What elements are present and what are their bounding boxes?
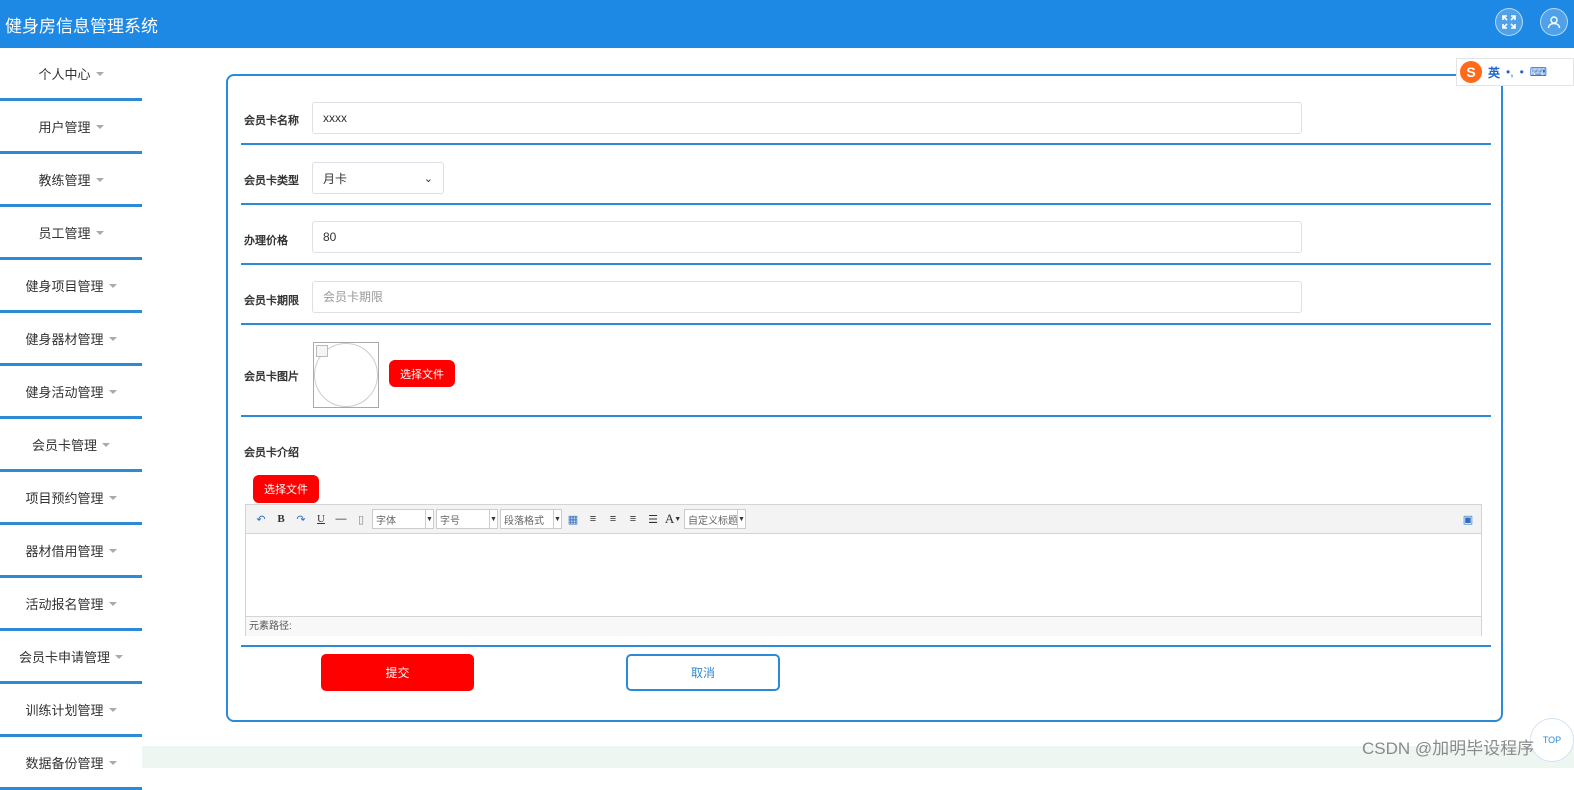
price-input[interactable] — [312, 221, 1302, 253]
undo-icon[interactable]: ↶ — [252, 510, 270, 528]
caret-down-icon — [108, 549, 117, 553]
sidebar-item-card-applications[interactable]: 会员卡申请管理 — [0, 631, 142, 684]
user-icon — [1547, 16, 1561, 29]
caret-down-icon — [108, 496, 117, 500]
sidebar-item-staff[interactable]: 员工管理 — [0, 207, 142, 260]
caret-down-icon — [115, 655, 123, 659]
sidebar-item-activity-signups[interactable]: 活动报名管理 — [0, 578, 142, 631]
divider — [241, 203, 1491, 205]
price-label: 办理价格 — [244, 235, 288, 247]
font-size-dropdown[interactable]: 字号 ▼ — [436, 509, 498, 529]
caret-down-icon — [95, 178, 104, 182]
expand-icon — [1502, 15, 1516, 29]
divider — [241, 143, 1491, 145]
font-family-dropdown[interactable]: 字体 ▼ — [372, 509, 434, 529]
align-left-icon[interactable]: ≡ — [584, 510, 602, 528]
app-title: 健身房信息管理系统 — [5, 17, 158, 36]
membership-card-form: 会员卡名称 会员卡类型 月卡 ⌄ 办理价格 会员卡期限 会员卡图片 选择文件 会… — [226, 74, 1503, 722]
font-color-icon[interactable]: A ▼ — [664, 510, 682, 528]
choose-intro-file-button[interactable]: 选择文件 — [253, 475, 319, 503]
period-input[interactable] — [312, 281, 1302, 313]
sidebar-item-project-bookings[interactable]: 项目预约管理 — [0, 472, 142, 525]
sidebar-item-equipment-loans[interactable]: 器材借用管理 — [0, 525, 142, 578]
align-justify-icon[interactable]: ☰ — [644, 510, 662, 528]
editor-toolbar: ↶ B ↷ U — ▯ 字体 ▼ 字号 ▼ 段落格式 ▼ ▦ ≡ ≡ ≡ ☰ A ▼ 自… — [246, 505, 1481, 534]
underline-icon[interactable]: U — [312, 510, 330, 528]
align-center-icon[interactable]: ≡ — [624, 510, 642, 528]
submit-button[interactable]: 提交 — [321, 654, 474, 691]
rich-text-editor: ↶ B ↷ U — ▯ 字体 ▼ 字号 ▼ 段落格式 ▼ ▦ ≡ ≡ ≡ ☰ A ▼ 自… — [245, 504, 1482, 636]
divider — [241, 323, 1491, 325]
cancel-button[interactable]: 取消 — [626, 654, 780, 691]
sidebar-item-users[interactable]: 用户管理 — [0, 101, 142, 154]
ime-punct[interactable]: •, — [1506, 65, 1514, 79]
choose-image-file-button[interactable]: 选择文件 — [389, 360, 455, 387]
fullscreen-editor-icon[interactable]: ▣ — [1459, 510, 1477, 528]
caret-down-icon — [102, 443, 110, 447]
ime-mode[interactable]: 英 — [1488, 64, 1500, 81]
caret-down-icon — [95, 231, 104, 235]
editor-status-bar: 元素路径: — [246, 616, 1481, 636]
card-intro-label: 会员卡介绍 — [244, 447, 299, 459]
divider — [241, 415, 1491, 417]
sidebar-item-data-backup[interactable]: 数据备份管理 — [0, 737, 142, 790]
chevron-down-icon: ⌄ — [423, 172, 433, 185]
sidebar-item-membership-cards[interactable]: 会员卡管理 — [0, 419, 142, 472]
sidebar-item-equipment[interactable]: 健身器材管理 — [0, 313, 142, 366]
redo-icon[interactable]: ↷ — [292, 510, 310, 528]
custom-title-dropdown[interactable]: 自定义标题 ▼ — [684, 509, 746, 529]
content-bottom-strip — [142, 746, 1574, 768]
caret-down-icon — [108, 708, 117, 712]
dropdown-arrow-icon: ▼ — [553, 510, 561, 528]
sogou-logo-icon: S — [1460, 61, 1482, 83]
divider — [241, 263, 1491, 265]
align-right-icon[interactable]: ≡ — [604, 510, 622, 528]
caret-down-icon — [108, 602, 117, 606]
watermark: CSDN @加明毕设程序 — [1362, 739, 1535, 758]
microphone-icon[interactable]: • — [1520, 65, 1524, 79]
sidebar: 个人中心 用户管理 教练管理 员工管理 健身项目管理 健身器材管理 健身活动管理… — [0, 48, 142, 790]
document-icon[interactable]: ▯ — [352, 510, 370, 528]
sidebar-item-training-plans[interactable]: 训练计划管理 — [0, 684, 142, 737]
editor-content-area[interactable] — [246, 534, 1481, 616]
fullscreen-button[interactable] — [1495, 8, 1523, 36]
scroll-to-top-button[interactable]: TOP — [1530, 718, 1574, 762]
caret-down-icon — [95, 125, 104, 129]
horizontal-rule-icon[interactable]: — — [332, 510, 350, 528]
card-name-label: 会员卡名称 — [244, 115, 299, 127]
divider — [241, 645, 1491, 647]
card-type-value: 月卡 — [323, 171, 348, 186]
card-image-label: 会员卡图片 — [244, 371, 299, 383]
period-label: 会员卡期限 — [244, 295, 299, 307]
caret-down-icon — [108, 337, 117, 341]
ime-toolbar[interactable]: S 英 •, • ⌨ — [1456, 58, 1574, 86]
paragraph-format-dropdown[interactable]: 段落格式 ▼ — [500, 509, 562, 529]
dropdown-arrow-icon: ▼ — [489, 510, 497, 528]
broken-image-icon — [316, 345, 328, 357]
table-icon[interactable]: ▦ — [564, 510, 582, 528]
top-header: 健身房信息管理系统 — [0, 0, 1574, 48]
card-image-preview — [313, 342, 379, 408]
caret-down-icon — [108, 390, 117, 394]
user-menu-button[interactable] — [1540, 8, 1568, 36]
bold-icon[interactable]: B — [272, 510, 290, 528]
sidebar-item-coaches[interactable]: 教练管理 — [0, 154, 142, 207]
caret-down-icon — [95, 72, 104, 76]
card-type-select[interactable]: 月卡 ⌄ — [312, 162, 444, 194]
keyboard-icon[interactable]: ⌨ — [1530, 65, 1547, 79]
caret-down-icon — [108, 284, 117, 288]
card-name-input[interactable] — [312, 102, 1302, 134]
sidebar-item-fitness-projects[interactable]: 健身项目管理 — [0, 260, 142, 313]
dropdown-arrow-icon: ▼ — [737, 510, 745, 528]
card-type-label: 会员卡类型 — [244, 175, 299, 187]
caret-down-icon — [108, 761, 117, 765]
sidebar-item-activities[interactable]: 健身活动管理 — [0, 366, 142, 419]
dropdown-arrow-icon: ▼ — [425, 510, 433, 528]
sidebar-item-profile[interactable]: 个人中心 — [0, 48, 142, 101]
